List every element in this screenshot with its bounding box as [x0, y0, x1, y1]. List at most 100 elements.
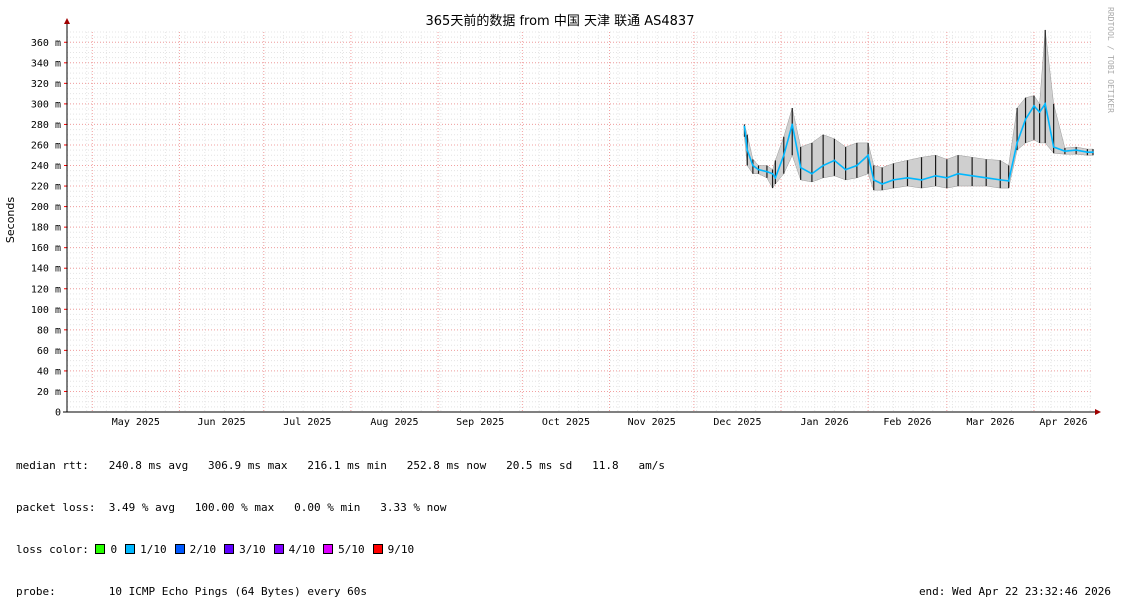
loss-color-value: 1/10	[140, 543, 167, 556]
loss-color-value: 4/10	[288, 543, 316, 556]
y-axis-arrow	[64, 18, 70, 24]
median-rtt-point	[774, 176, 777, 179]
y-tick-label: 0	[55, 408, 61, 419]
median-rtt-point	[799, 166, 802, 169]
median-rtt-point	[833, 159, 836, 162]
loss-color-swatches: 0 1/10 2/10 3/10 4/10 5/10 9/10	[95, 543, 422, 556]
median-rtt-point	[855, 164, 858, 167]
y-tick-label: 280 m	[31, 120, 61, 131]
median-rtt-point	[757, 168, 760, 171]
median-rtt-point	[1075, 149, 1078, 152]
loss-color-value: 2/10	[189, 543, 217, 556]
median-rtt-point	[1086, 151, 1089, 154]
loss-color-swatch	[174, 544, 185, 554]
median-rtt-point	[771, 172, 774, 175]
median-rtt-point	[1044, 102, 1047, 105]
y-tick-label: 120 m	[31, 284, 61, 295]
median-rtt-point	[751, 164, 754, 167]
y-tick-label: 160 m	[31, 243, 61, 254]
median-rtt-point	[811, 172, 813, 175]
packet-loss-row: packet loss: 3.49 % avg 100.00 % max 0.0…	[16, 501, 447, 514]
loss-color-swatch	[273, 544, 284, 554]
y-tick-label: 40 m	[37, 366, 61, 377]
loss-color-swatch	[372, 544, 383, 554]
x-tick-label: Jun 2025	[198, 417, 246, 428]
chart-axes	[63, 18, 1101, 415]
median-rtt-point	[957, 172, 959, 175]
median-rtt-point	[906, 176, 909, 179]
median-rtt-point	[999, 178, 1002, 181]
median-rtt-point	[945, 176, 948, 179]
loss-color-value: 0	[110, 543, 118, 556]
y-axis-label: Seconds	[4, 197, 17, 243]
y-tick-label: 180 m	[31, 223, 61, 234]
loss-color-item: 1/10	[125, 543, 175, 556]
median-rtt-point	[934, 174, 937, 177]
median-rtt-point	[746, 149, 749, 152]
median-rtt-point	[892, 178, 895, 181]
x-tick-label: Aug 2025	[370, 417, 418, 428]
loss-color-item: 0	[95, 543, 125, 556]
y-tick-label: 300 m	[31, 99, 61, 110]
probe-row: probe: 10 ICMP Echo Pings (64 Bytes) eve…	[16, 585, 1111, 599]
end-time: end: Wed Apr 22 23:32:46 2026	[918, 585, 1111, 598]
x-tick-label: Feb 2026	[883, 417, 931, 428]
loss-color-swatch	[95, 544, 106, 554]
y-tick-label: 240 m	[31, 161, 61, 172]
chart-title: 365天前的数据 from 中国 天津 联通 AS4837	[426, 13, 695, 29]
loss-color-swatch	[125, 544, 136, 554]
loss-color-item: 3/10	[224, 543, 274, 556]
y-tick-label: 360 m	[31, 38, 61, 49]
median-rtt-point	[782, 154, 785, 157]
x-tick-label: Jul 2025	[283, 417, 331, 428]
x-tick-label: Sep 2025	[456, 417, 504, 428]
y-tick-label: 80 m	[37, 325, 61, 336]
y-tick-label: 260 m	[31, 140, 61, 151]
y-tick-label: 20 m	[37, 387, 61, 398]
median-rtt-point	[867, 154, 870, 157]
x-tick-label: Dec 2025	[713, 417, 761, 428]
x-tick-label: Mar 2026	[966, 417, 1014, 428]
x-tick-label: Oct 2025	[542, 417, 590, 428]
median-rtt-point	[1024, 118, 1027, 121]
x-tick-label: May 2025	[112, 417, 160, 428]
rrdtool-credit: RRDTOOL / TOBI OETIKER	[1106, 7, 1115, 113]
y-tick-label: 320 m	[31, 79, 61, 90]
median-rtt-point	[1033, 105, 1035, 107]
loss-color-value: 3/10	[239, 543, 266, 556]
median-rtt-point	[1063, 150, 1066, 153]
loss-color-item: 9/10	[372, 543, 423, 556]
x-tick-label: Nov 2025	[628, 417, 676, 428]
latency-chart: 0 20 m 40 m 60 m 80 m 100 m 120 m 140 m 160 m 180…	[4, 7, 1115, 428]
median-rtt-point	[985, 176, 988, 179]
legend: median rtt: 240.8 ms avg 306.9 ms max 21…	[16, 431, 1111, 613]
loss-color-label: loss color:	[16, 543, 96, 556]
y-tick-label: 340 m	[31, 58, 61, 69]
y-tick-label: 200 m	[31, 202, 61, 213]
probe-info: probe: 10 ICMP Echo Pings (64 Bytes) eve…	[16, 585, 367, 598]
median-rtt-point	[881, 183, 884, 185]
loss-color-item: 5/10	[323, 543, 373, 556]
y-tick-label: 140 m	[31, 264, 61, 275]
median-rtt-point	[1052, 146, 1055, 148]
loss-color-swatch	[323, 544, 334, 554]
y-tick-label: 60 m	[37, 346, 61, 357]
median-rtt-point	[743, 125, 746, 128]
median-rtt-point	[791, 123, 794, 126]
median-rtt-point	[1016, 142, 1019, 144]
median-rtt-point	[844, 168, 847, 171]
chart-grid	[66, 31, 1093, 412]
loss-color-item: 4/10	[273, 543, 324, 556]
y-tick-label: 220 m	[31, 182, 61, 193]
median-rtt-point	[1038, 111, 1041, 114]
x-tick-label: Jan 2026	[800, 417, 848, 428]
median-rtt-point	[822, 164, 825, 167]
y-tick-label: 100 m	[31, 305, 61, 316]
x-axis-arrow	[1095, 409, 1101, 415]
median-rtt-row: median rtt: 240.8 ms avg 306.9 ms max 21…	[16, 459, 666, 472]
median-rtt-point	[872, 178, 875, 181]
loss-color-item: 2/10	[174, 543, 225, 556]
median-rtt-point	[971, 174, 974, 177]
loss-color-value: 9/10	[387, 543, 415, 556]
chart-plot	[743, 29, 1094, 191]
